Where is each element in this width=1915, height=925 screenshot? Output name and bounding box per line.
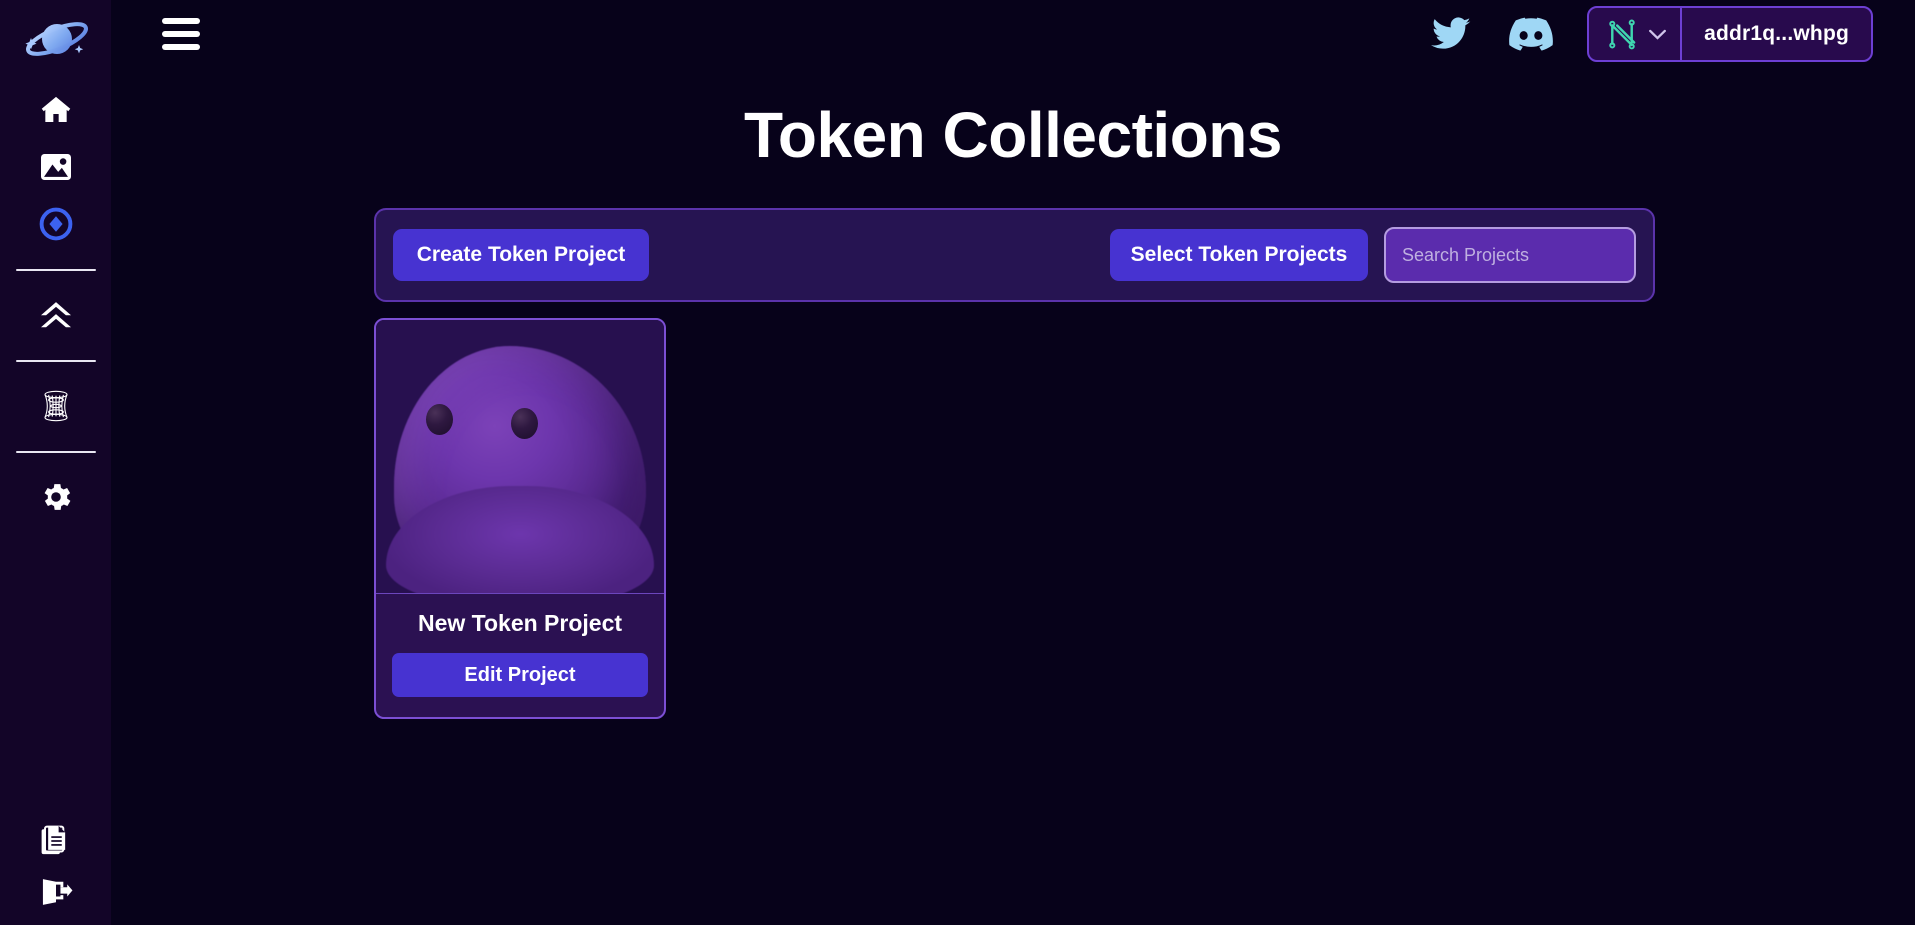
blob-eye-right (511, 408, 538, 439)
create-token-project-button[interactable]: Create Token Project (393, 229, 649, 281)
nami-wallet-icon (1609, 19, 1636, 50)
edit-project-button[interactable]: Edit Project (392, 653, 648, 697)
logout-icon (42, 879, 72, 905)
app-logo[interactable] (0, 0, 111, 82)
project-card-body: New Token Project Edit Project (376, 594, 664, 717)
main-content: Token Collections Create Token Project S… (111, 68, 1915, 925)
search-input[interactable] (1402, 244, 1634, 266)
twitter-icon (1431, 17, 1471, 49)
project-thumbnail (376, 320, 664, 594)
double-chevron-up-icon (40, 302, 71, 328)
wallet-address-label: addr1q...whpg (1704, 22, 1849, 45)
projects-toolbar: Create Token Project Select Token Projec… (374, 208, 1655, 302)
page-title: Token Collections (744, 99, 1282, 171)
twitter-link[interactable] (1423, 10, 1479, 58)
circle-diamond-icon (39, 207, 72, 241)
sidebar-divider-3 (15, 451, 96, 453)
purple-blob-character-icon (386, 346, 654, 593)
sidebar-item-logout[interactable] (0, 869, 111, 925)
topbar-actions: addr1q...whpg (1423, 6, 1915, 62)
sidebar-item-docs[interactable] (0, 813, 111, 869)
wallet-button[interactable]: addr1q...whpg (1587, 6, 1873, 62)
gear-icon (44, 484, 70, 510)
hamburger-bar (162, 44, 200, 50)
project-grid: New Token Project Edit Project (374, 318, 666, 719)
discord-link[interactable] (1503, 10, 1559, 58)
sidebar-divider-1 (15, 269, 96, 271)
planet-logo-icon (24, 22, 88, 56)
wireframe-hyperboloid-icon (43, 390, 68, 422)
sidebar-item-tokens[interactable] (0, 196, 111, 252)
documents-icon (41, 825, 65, 855)
project-card[interactable]: New Token Project Edit Project (374, 318, 666, 719)
sidebar-item-home[interactable] (0, 82, 111, 138)
discord-icon (1509, 17, 1553, 51)
hamburger-menu-button[interactable] (157, 10, 205, 58)
sidebar-item-mint[interactable] (0, 287, 111, 343)
sidebar (0, 0, 111, 925)
sidebar-item-settings[interactable] (0, 469, 111, 525)
topbar: addr1q...whpg (111, 0, 1915, 68)
sidebar-item-hyperboloid[interactable] (0, 378, 111, 434)
hamburger-bar (162, 18, 200, 24)
home-icon (41, 96, 70, 122)
hamburger-bar (162, 31, 200, 37)
wallet-provider-selector[interactable] (1589, 8, 1683, 60)
sidebar-divider-2 (15, 360, 96, 362)
chevron-down-icon (1649, 29, 1667, 40)
blob-eye-left (426, 404, 453, 435)
sidebar-item-gallery[interactable] (0, 139, 111, 195)
project-title: New Token Project (417, 610, 623, 636)
search-projects-field[interactable] (1384, 227, 1636, 283)
select-token-projects-button[interactable]: Select Token Projects (1110, 229, 1368, 281)
image-icon (40, 154, 71, 180)
